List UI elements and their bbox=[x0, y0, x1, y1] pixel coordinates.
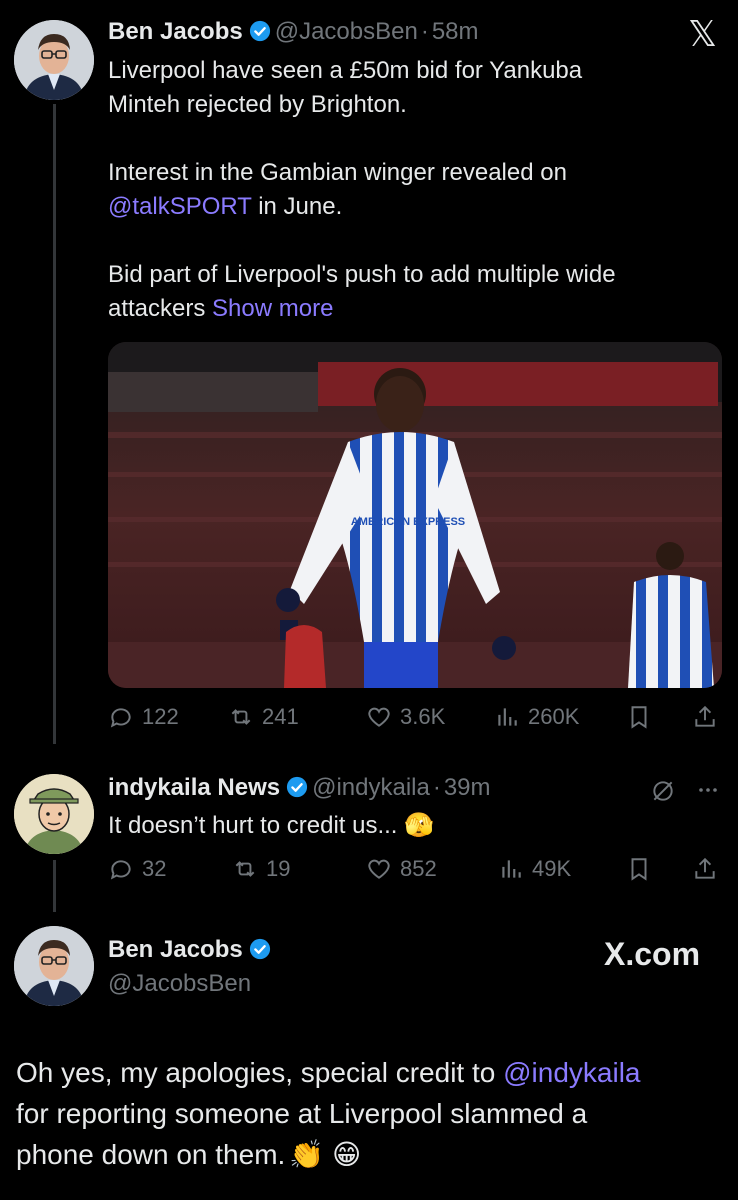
jersey-sponsor-text: AMERICAN EXPRESS bbox=[351, 516, 465, 528]
tweet-header: Ben Jacobs @JacobsBen · 58m bbox=[108, 18, 479, 46]
timestamp[interactable]: 39m bbox=[444, 774, 491, 801]
share-icon bbox=[695, 705, 715, 727]
repost-count: 19 bbox=[266, 856, 291, 881]
bookmark-button[interactable] bbox=[626, 856, 652, 882]
repost-button[interactable]: 241 bbox=[228, 704, 299, 730]
tweet-line: Liverpool have seen a £50m bid for Yanku… bbox=[108, 57, 583, 84]
repost-icon bbox=[235, 861, 255, 877]
views-count: 260K bbox=[528, 704, 580, 729]
views-button[interactable]: 49K bbox=[498, 856, 571, 882]
bookmark-icon bbox=[631, 858, 647, 881]
tweet-media-image[interactable]: AMERICAN EXPRESS bbox=[108, 342, 722, 688]
author-handle[interactable]: @JacobsBen bbox=[108, 970, 251, 998]
reply-icon bbox=[110, 860, 131, 880]
more-options-button[interactable] bbox=[696, 778, 720, 807]
tweet-line: phone down on them. bbox=[16, 1139, 286, 1170]
views-count: 49K bbox=[532, 856, 572, 881]
share-button[interactable] bbox=[692, 856, 718, 882]
separator-dot: · bbox=[420, 18, 429, 45]
clapping-hands-emoji: 👏 bbox=[289, 1138, 325, 1171]
author-name[interactable]: Ben Jacobs bbox=[108, 18, 243, 45]
timestamp[interactable]: 58m bbox=[432, 18, 479, 45]
tweet-actions: 32 19 852 49K bbox=[108, 856, 722, 886]
bookmark-button[interactable] bbox=[626, 704, 652, 730]
grok-icon bbox=[653, 781, 673, 801]
tweet-text: It doesn’t hurt to credit us... bbox=[108, 812, 405, 839]
xcom-brand: X.com bbox=[604, 936, 701, 972]
mention-link[interactable]: @indykaila bbox=[503, 1057, 640, 1088]
reply-icon bbox=[110, 708, 131, 728]
tweet-line: Interest in the Gambian winger revealed … bbox=[108, 159, 567, 186]
separator-dot: · bbox=[432, 774, 441, 801]
author-name[interactable]: Ben Jacobs bbox=[108, 936, 243, 963]
repost-icon bbox=[231, 709, 251, 725]
share-button[interactable] bbox=[692, 704, 718, 730]
heart-icon bbox=[368, 707, 390, 727]
peeking-face-emoji: 🫣 bbox=[404, 811, 435, 839]
views-button[interactable]: 260K bbox=[494, 704, 579, 730]
tweet-body: It doesn’t hurt to credit us... 🫣 bbox=[108, 808, 668, 843]
tweet-line: for reporting someone at Liverpool slamm… bbox=[16, 1098, 588, 1129]
more-dots-icon bbox=[699, 788, 717, 792]
show-more-link[interactable]: Show more bbox=[212, 295, 333, 322]
repost-count: 241 bbox=[262, 704, 299, 729]
like-button[interactable]: 852 bbox=[366, 856, 437, 882]
verified-badge-icon bbox=[249, 20, 270, 42]
grok-button[interactable] bbox=[650, 778, 676, 809]
author-handle[interactable]: @JacobsBen bbox=[275, 18, 418, 45]
share-icon bbox=[695, 857, 715, 879]
repost-button[interactable]: 19 bbox=[232, 856, 290, 882]
tweet-line: in June. bbox=[251, 193, 343, 220]
avatar[interactable] bbox=[14, 926, 94, 1006]
bookmark-icon bbox=[631, 706, 647, 729]
tweet-line: attackers bbox=[108, 295, 213, 322]
like-count: 3.6K bbox=[400, 704, 446, 729]
verified-badge-icon bbox=[286, 776, 308, 798]
tweet-line: Bid part of Liverpool's push to add mult… bbox=[108, 261, 616, 288]
avatar[interactable] bbox=[14, 774, 94, 854]
thread-line bbox=[53, 104, 56, 744]
ben-jacobs-avatar-icon bbox=[14, 926, 94, 1006]
like-button[interactable]: 3.6K bbox=[366, 704, 445, 730]
tweet-line: Minteh rejected by Brighton. bbox=[108, 91, 407, 118]
author-name[interactable]: indykaila News bbox=[108, 774, 280, 801]
avatar[interactable] bbox=[14, 20, 94, 100]
verified-badge-icon bbox=[249, 938, 270, 960]
heart-icon bbox=[368, 859, 390, 879]
tweet-actions: 122 241 3.6K 260K bbox=[108, 704, 722, 734]
indykaila-avatar-icon bbox=[14, 774, 94, 854]
x-logo-icon[interactable]: 𝕏 bbox=[688, 14, 717, 55]
thread-line-2 bbox=[53, 860, 56, 912]
reply-button[interactable]: 32 bbox=[108, 856, 166, 882]
tweet-body: Liverpool have seen a £50m bid for Yanku… bbox=[108, 54, 718, 326]
tweet-header: indykaila News @indykaila · 39m bbox=[108, 774, 491, 802]
author-handle[interactable]: @indykaila bbox=[312, 774, 430, 801]
football-photo-icon: AMERICAN EXPRESS bbox=[108, 342, 722, 688]
reply-count: 122 bbox=[142, 704, 179, 729]
reply-button[interactable]: 122 bbox=[108, 704, 179, 730]
grinning-face-emoji: 😁 bbox=[331, 1138, 362, 1171]
like-count: 852 bbox=[400, 856, 437, 881]
views-chart-icon bbox=[502, 860, 521, 878]
tweet-header: Ben Jacobs bbox=[108, 936, 275, 964]
tweet-body: Oh yes, my apologies, special credit to … bbox=[16, 1052, 726, 1175]
mention-link[interactable]: @talkSPORT bbox=[108, 193, 252, 220]
views-chart-icon bbox=[498, 708, 517, 726]
ben-jacobs-avatar-icon bbox=[14, 20, 94, 100]
tweet-line: Oh yes, my apologies, special credit to bbox=[16, 1057, 504, 1088]
reply-count: 32 bbox=[142, 856, 167, 881]
